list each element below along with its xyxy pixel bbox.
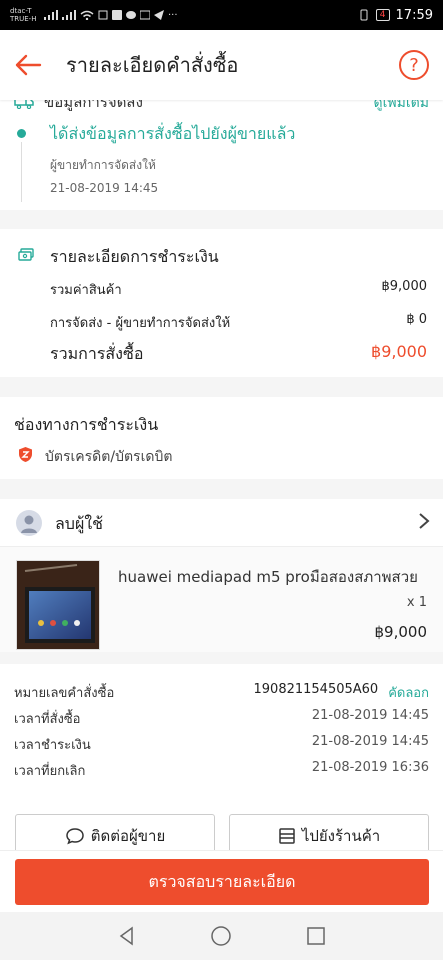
cancel-time-row: เวลาที่ยกเลิก 21-08-2019 16:36 bbox=[14, 760, 429, 781]
subtotal-amount: ฿9,000 bbox=[381, 279, 428, 294]
order-time-value: 21-08-2019 14:45 bbox=[311, 708, 429, 723]
copy-button[interactable]: คัดลอก bbox=[388, 682, 429, 703]
bottom-bar: ตรวจสอบรายละเอียด bbox=[0, 850, 443, 912]
contact-seller-label: ติดต่อผู้ขาย bbox=[90, 827, 166, 845]
shipping-fee-row: การจัดส่ง - ผู้ขายทำการจัดส่งให้ ฿ 0 bbox=[50, 312, 427, 333]
home-circle-icon[interactable] bbox=[210, 925, 232, 947]
order-detail-scroll[interactable]: ข้อมูลการจัดส่ง ดูเพิ่มเติม ได้ส่งข้อมูล… bbox=[0, 86, 443, 856]
payment-method: บัตรเครดิต/บัตรเดบิต bbox=[45, 449, 173, 465]
signal-icon-2 bbox=[62, 10, 76, 20]
carrier-labels: dtac-T TRUE-H bbox=[10, 7, 40, 23]
recents-square-icon[interactable] bbox=[306, 926, 326, 946]
timeline-dot bbox=[17, 129, 26, 138]
status-bar: dtac-T TRUE-H ··· 4 17:59 bbox=[0, 0, 443, 30]
status-icons: ··· bbox=[44, 10, 178, 21]
payment-channel-title: ช่องทางการชำระเงิน bbox=[14, 415, 159, 434]
vibrate-icon bbox=[360, 9, 368, 21]
battery-icon: 4 bbox=[375, 9, 390, 21]
product-item[interactable]: huawei mediapad m5 proมือสองสภาพสวย x 1 … bbox=[0, 547, 443, 652]
shop-icon bbox=[279, 828, 295, 844]
shipping-status: ได้ส่งข้อมูลการสั่งซื้อไปยังผู้ขายแล้ว bbox=[50, 124, 296, 143]
order-total-label: รวมการสั่งซื้อ bbox=[50, 344, 144, 363]
carrier-2: TRUE-H bbox=[10, 15, 37, 23]
payment-summary-card: รายละเอียดการชำระเงิน รวมค่าสินค้า ฿9,00… bbox=[0, 229, 443, 377]
user-icon bbox=[21, 515, 37, 533]
money-icon bbox=[18, 248, 34, 261]
subtotal-label: รวมค่าสินค้า bbox=[50, 283, 122, 298]
product-price: ฿9,000 bbox=[374, 623, 428, 641]
back-triangle-icon[interactable] bbox=[117, 926, 137, 946]
shipping-datetime: 21-08-2019 14:45 bbox=[50, 181, 159, 195]
help-icon: ? bbox=[409, 54, 419, 76]
line-icon bbox=[126, 11, 136, 19]
cancel-time-value: 21-08-2019 16:36 bbox=[311, 760, 429, 775]
shipping-fee-amount: ฿ 0 bbox=[406, 312, 427, 327]
shipping-fee-label: การจัดส่ง - ผู้ขายทำการจัดส่งให้ bbox=[50, 316, 231, 331]
status-right: 4 17:59 bbox=[358, 8, 433, 23]
product-quantity: x 1 bbox=[406, 595, 427, 610]
avatar bbox=[16, 510, 42, 536]
seller-name: ลบผู้ใช้ bbox=[55, 514, 104, 533]
payment-time-value: 21-08-2019 14:45 bbox=[311, 734, 429, 749]
timeline-line bbox=[21, 142, 22, 202]
order-time-label: เวลาที่สั่งซื้อ bbox=[14, 712, 81, 727]
payment-summary-title: รายละเอียดการชำระเงิน bbox=[50, 247, 219, 266]
order-info-card: หมายเลขคำสั่งซื้อ 190821154505A60 คัดลอก… bbox=[0, 664, 443, 796]
product-name: huawei mediapad m5 proมือสองสภาพสวย bbox=[118, 568, 418, 586]
app-bar: รายละเอียดคำสั่งซื้อ ? bbox=[0, 30, 443, 100]
order-total-row: รวมการสั่งซื้อ ฿9,000 bbox=[50, 342, 427, 367]
order-time-row: เวลาที่สั่งซื้อ 21-08-2019 14:45 bbox=[14, 708, 429, 729]
shipping-info-card: ข้อมูลการจัดส่ง ดูเพิ่มเติม ได้ส่งข้อมูล… bbox=[0, 86, 443, 210]
chat-icon bbox=[65, 828, 84, 845]
payment-time-label: เวลาชำระเงิน bbox=[14, 738, 91, 753]
more-icon: ··· bbox=[168, 9, 178, 21]
order-number-row: หมายเลขคำสั่งซื้อ 190821154505A60 คัดลอก bbox=[14, 682, 429, 703]
product-thumbnail bbox=[16, 560, 100, 650]
back-button[interactable] bbox=[0, 30, 56, 100]
page-title: รายละเอียดคำสั่งซื้อ bbox=[66, 53, 239, 77]
subtotal-row: รวมค่าสินค้า ฿9,000 bbox=[50, 279, 427, 300]
send-icon bbox=[154, 10, 164, 20]
order-total-amount: ฿9,000 bbox=[371, 342, 427, 361]
shield-icon bbox=[19, 447, 32, 462]
clock: 17:59 bbox=[395, 7, 433, 23]
signal-icon bbox=[44, 10, 58, 20]
carrier-1: dtac-T bbox=[10, 7, 32, 15]
wifi-icon bbox=[80, 10, 94, 20]
notification-icon bbox=[98, 10, 108, 20]
system-nav-bar bbox=[0, 912, 443, 960]
arrow-left-icon bbox=[15, 54, 42, 76]
facebook-icon bbox=[112, 10, 122, 20]
payment-channel-card: ช่องทางการชำระเงิน บัตรเครดิต/บัตรเดบิต bbox=[0, 397, 443, 479]
seller-row[interactable]: ลบผู้ใช้ bbox=[0, 499, 443, 547]
order-number-label: หมายเลขคำสั่งซื้อ bbox=[14, 686, 115, 701]
mail-icon bbox=[140, 10, 150, 20]
payment-time-row: เวลาชำระเงิน 21-08-2019 14:45 bbox=[14, 734, 429, 755]
chevron-right-icon bbox=[419, 513, 430, 529]
cancel-time-label: เวลาที่ยกเลิก bbox=[14, 764, 86, 779]
go-to-shop-label: ไปยังร้านค้า bbox=[301, 827, 381, 845]
shipping-note: ผู้ขายทำการจัดส่งให้ bbox=[50, 158, 156, 172]
action-buttons: ติดต่อผู้ขาย ไปยังร้านค้า bbox=[0, 796, 443, 856]
check-details-button[interactable]: ตรวจสอบรายละเอียด bbox=[15, 859, 429, 905]
tablet-image bbox=[17, 561, 99, 649]
help-button[interactable]: ? bbox=[399, 50, 429, 80]
order-number: 190821154505A60 bbox=[253, 682, 379, 697]
